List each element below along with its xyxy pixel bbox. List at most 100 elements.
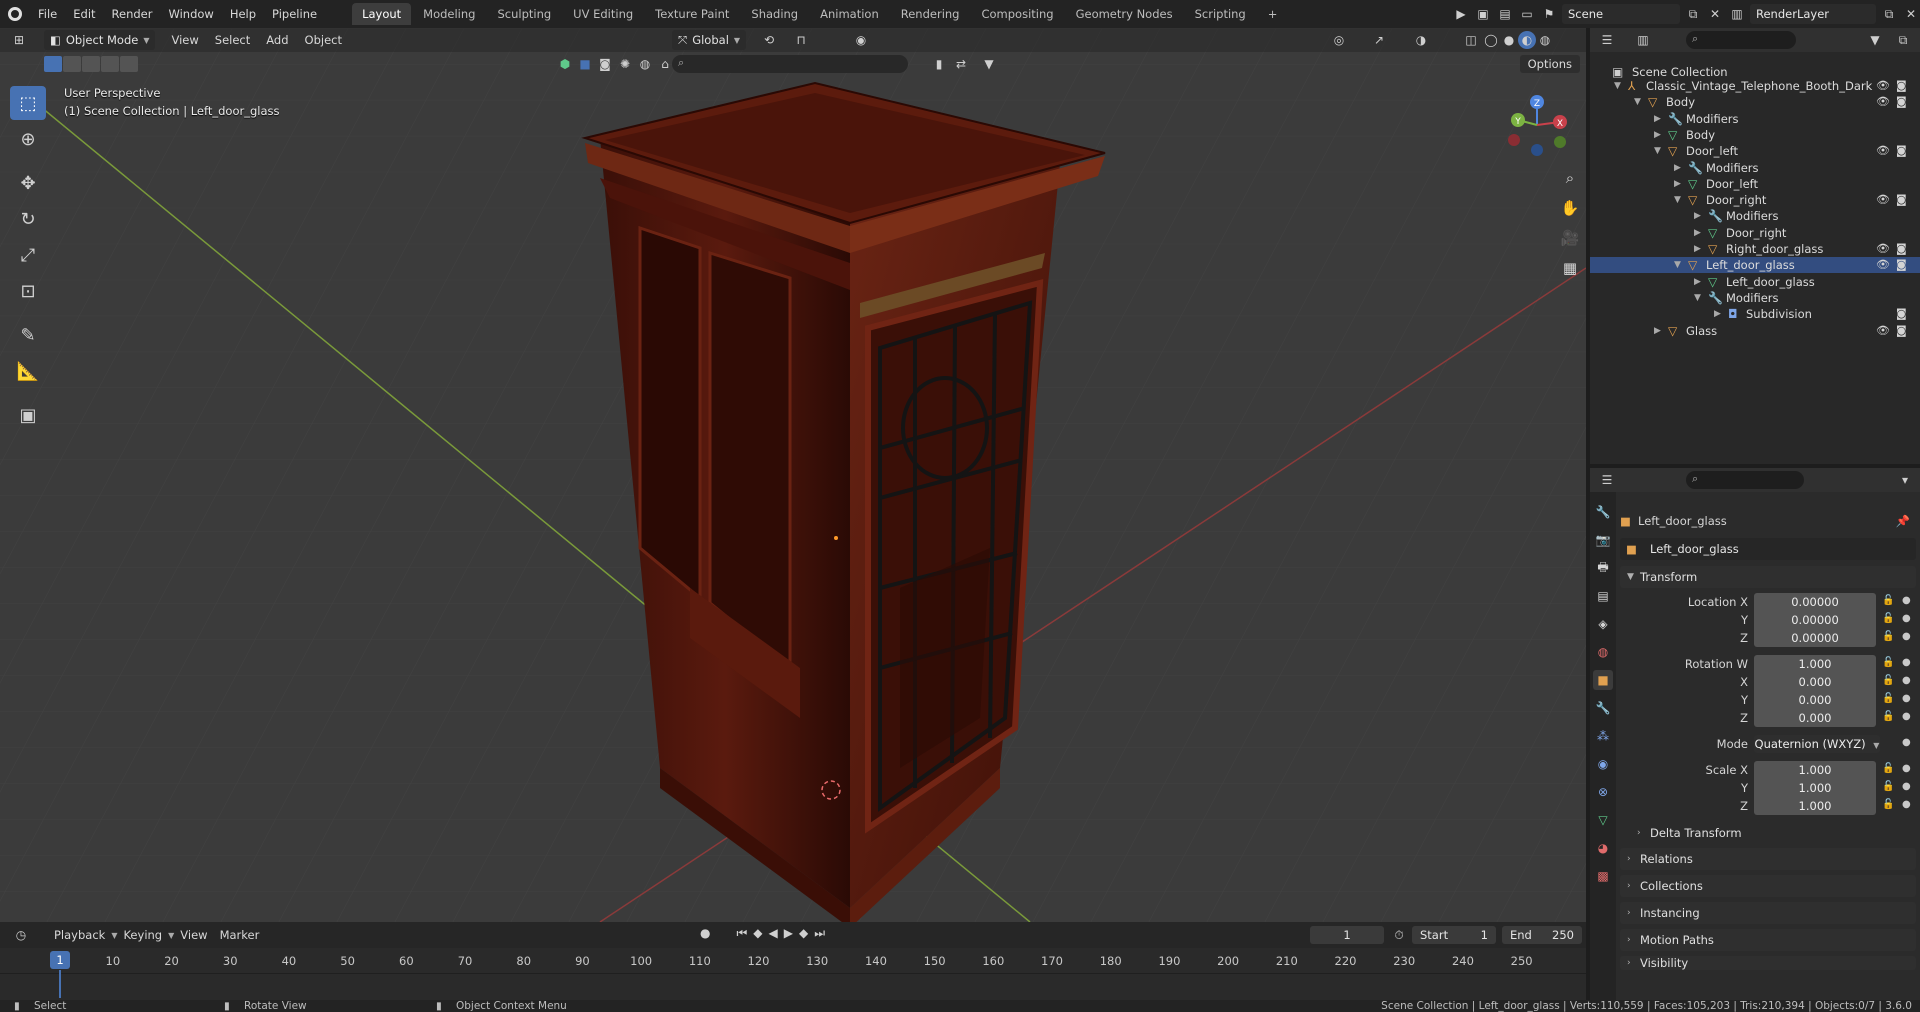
menu-help[interactable]: Help [222, 0, 264, 28]
timeline-editor-type-icon[interactable]: ◷ [12, 926, 30, 944]
outliner-row[interactable]: ▶ ▽ Door_right [1590, 225, 1920, 241]
select-box-tool-icon[interactable]: ⬚ [10, 86, 46, 120]
render-camera-icon[interactable]: ◙ [1896, 306, 1907, 322]
new-scene-icon[interactable]: ⧉ [1684, 5, 1702, 23]
chevron-right-icon[interactable]: ▶ [1694, 225, 1701, 241]
location-x-field[interactable]: 0.00000 [1754, 593, 1876, 611]
tab-geometry-nodes[interactable]: Geometry Nodes [1066, 3, 1183, 25]
keyframe-dot-icon[interactable]: ● [1902, 595, 1911, 606]
outliner-row[interactable]: ▶ ▽ Door_left [1590, 176, 1920, 192]
rotation-mode-dropdown[interactable]: Quaternion (WXYZ) ▼ [1754, 735, 1880, 753]
jump-start-icon[interactable]: ⏮ [736, 926, 747, 941]
chevron-down-icon[interactable]: ▼ [1614, 78, 1621, 94]
visibility-eye-icon[interactable]: 👁 [1876, 323, 1890, 339]
relations-panel[interactable]: › Relations [1620, 848, 1916, 870]
gizmo-toggle-icon[interactable]: ↗ [1370, 31, 1388, 49]
lock-icon[interactable]: 🔓 [1882, 781, 1894, 792]
world-tab-icon[interactable]: ◍ [1593, 642, 1613, 662]
visibility-eye-icon[interactable]: 👁 [1876, 257, 1890, 273]
outliner-row[interactable]: ▼ ▽ Door_left 👁 ◙ [1590, 143, 1920, 159]
tab-shading[interactable]: Shading [741, 3, 808, 25]
mesh-filter-icon[interactable]: ■ [576, 55, 594, 73]
chevron-down-icon[interactable]: ▼ [1634, 94, 1641, 110]
constraints-tab-icon[interactable]: ⊗ [1593, 782, 1613, 802]
menu-select[interactable]: Select [207, 33, 258, 47]
object-tab-icon[interactable]: ■ [1593, 670, 1613, 690]
particles-tab-icon[interactable]: ⁂ [1593, 726, 1613, 746]
texture-tab-icon[interactable]: ▩ [1593, 866, 1613, 886]
delete-scene-icon[interactable]: ✕ [1706, 5, 1724, 23]
chevron-down-icon[interactable]: ▼ [1674, 257, 1681, 273]
viewport-search-input[interactable]: ⌕ [672, 55, 908, 73]
snap-icon[interactable]: ⊓ [792, 31, 810, 49]
chevron-right-icon[interactable]: ▶ [1654, 111, 1661, 127]
timeline-editor[interactable]: ◷ Playback ▼ Keying ▼ View Marker ● ⏮ ◆ … [0, 922, 1586, 1000]
chevron-right-icon[interactable]: ▶ [1694, 241, 1701, 257]
current-frame-indicator[interactable]: 1 [50, 951, 70, 969]
keyframe-dot-icon[interactable]: ● [1902, 631, 1911, 642]
keyframe-dot-icon[interactable]: ● [1902, 693, 1911, 704]
motion-paths-panel[interactable]: › Motion Paths [1620, 929, 1916, 951]
tab-animation[interactable]: Animation [810, 3, 889, 25]
timeline-ruler[interactable]: 1 10 20 30 40 50 60 70 80 90 100 110 120 130 140 150 16… [0, 948, 1586, 974]
xray-icon[interactable]: ◫ [1462, 31, 1480, 49]
lock-icon[interactable]: 🔓 [1882, 711, 1894, 722]
sync-icon[interactable]: ⇄ [952, 55, 970, 73]
object-type-filter-icon[interactable]: ⬢ [556, 55, 574, 73]
lock-icon[interactable]: 🔓 [1882, 657, 1894, 668]
outliner-row[interactable]: ▶ ▽ Body [1590, 127, 1920, 143]
menu-marker[interactable]: Marker [214, 928, 266, 942]
ortho-grid-icon[interactable]: ▦ [1558, 256, 1582, 280]
view-layer-field[interactable]: RenderLayer [1750, 4, 1876, 24]
visibility-eye-icon[interactable]: 👁 [1876, 143, 1890, 159]
keyframe-dot-icon[interactable]: ● [1902, 675, 1911, 686]
render-camera-icon[interactable]: ◙ [1896, 257, 1907, 273]
outliner-row[interactable]: ▶ ▽ Right_door_glass 👁 ◙ [1590, 241, 1920, 257]
prev-keyframe-icon[interactable]: ◆ [753, 926, 762, 941]
current-frame-field[interactable]: 1 [1310, 926, 1384, 944]
physics-tab-icon[interactable]: ◉ [1593, 754, 1613, 774]
add-workspace-button[interactable]: + [1258, 3, 1288, 25]
tab-rendering[interactable]: Rendering [891, 3, 970, 25]
lock-icon[interactable]: 🔓 [1882, 799, 1894, 810]
render-animation-icon[interactable]: ▤ [1496, 5, 1514, 23]
pan-hand-icon[interactable]: ✋ [1558, 196, 1582, 220]
data-tab-icon[interactable]: ▽ [1593, 810, 1613, 830]
select-invert-icon[interactable] [101, 56, 119, 72]
chevron-right-icon[interactable]: ▶ [1654, 127, 1661, 143]
tab-uv-editing[interactable]: UV Editing [563, 3, 643, 25]
scene-name-field[interactable]: Scene [1562, 4, 1680, 24]
overlays-icon[interactable]: ◑ [1412, 31, 1430, 49]
navigation-gizmo[interactable]: Z X Y [1502, 90, 1572, 160]
stopwatch-icon[interactable]: ⏱ [1390, 926, 1408, 944]
record-icon[interactable]: ● [700, 926, 710, 941]
scene-tab-icon[interactable]: ◈ [1593, 614, 1613, 634]
viewport-scene[interactable] [0, 28, 1586, 922]
tab-texture-paint[interactable]: Texture Paint [645, 3, 739, 25]
lock-icon[interactable]: 🔓 [1882, 693, 1894, 704]
tab-layout[interactable]: Layout [352, 3, 412, 25]
output-tab-icon[interactable]: 🖶 [1593, 558, 1613, 578]
view-layer-tab-icon[interactable]: ▤ [1593, 586, 1613, 606]
play-reverse-icon[interactable]: ◀ [769, 926, 778, 941]
outliner-row[interactable]: ▶ 🔧 Modifiers [1590, 208, 1920, 224]
lock-icon[interactable]: 🔓 [1882, 763, 1894, 774]
outliner-row[interactable]: ▶ 🔧 Modifiers [1590, 111, 1920, 127]
chevron-down-icon[interactable]: ▼ [1674, 192, 1681, 208]
3d-viewport[interactable]: ⊞ ◧ Object Mode ▼ View Select Add Object… [0, 28, 1586, 922]
scale-x-field[interactable]: 1.000 [1754, 761, 1876, 779]
rotation-z-field[interactable]: 0.000 [1754, 709, 1876, 727]
collections-panel[interactable]: › Collections [1620, 875, 1916, 897]
visibility-eye-icon[interactable]: 👁 [1876, 241, 1890, 257]
lock-icon[interactable]: 🔓 [1882, 675, 1894, 686]
menu-object[interactable]: Object [297, 33, 350, 47]
select-subtract-icon[interactable] [82, 56, 100, 72]
keyframe-dot-icon[interactable]: ● [1902, 613, 1911, 624]
render-tab-icon[interactable]: 📷 [1593, 530, 1613, 550]
add-cube-tool-icon[interactable]: ▣ [10, 398, 46, 432]
folder-icon[interactable]: ▭ [1518, 5, 1536, 23]
material-tab-icon[interactable]: ◕ [1593, 838, 1613, 858]
keyframe-dot-icon[interactable]: ● [1902, 657, 1911, 668]
blender-logo-icon[interactable] [0, 0, 30, 28]
jump-end-icon[interactable]: ⏭ [814, 926, 825, 941]
